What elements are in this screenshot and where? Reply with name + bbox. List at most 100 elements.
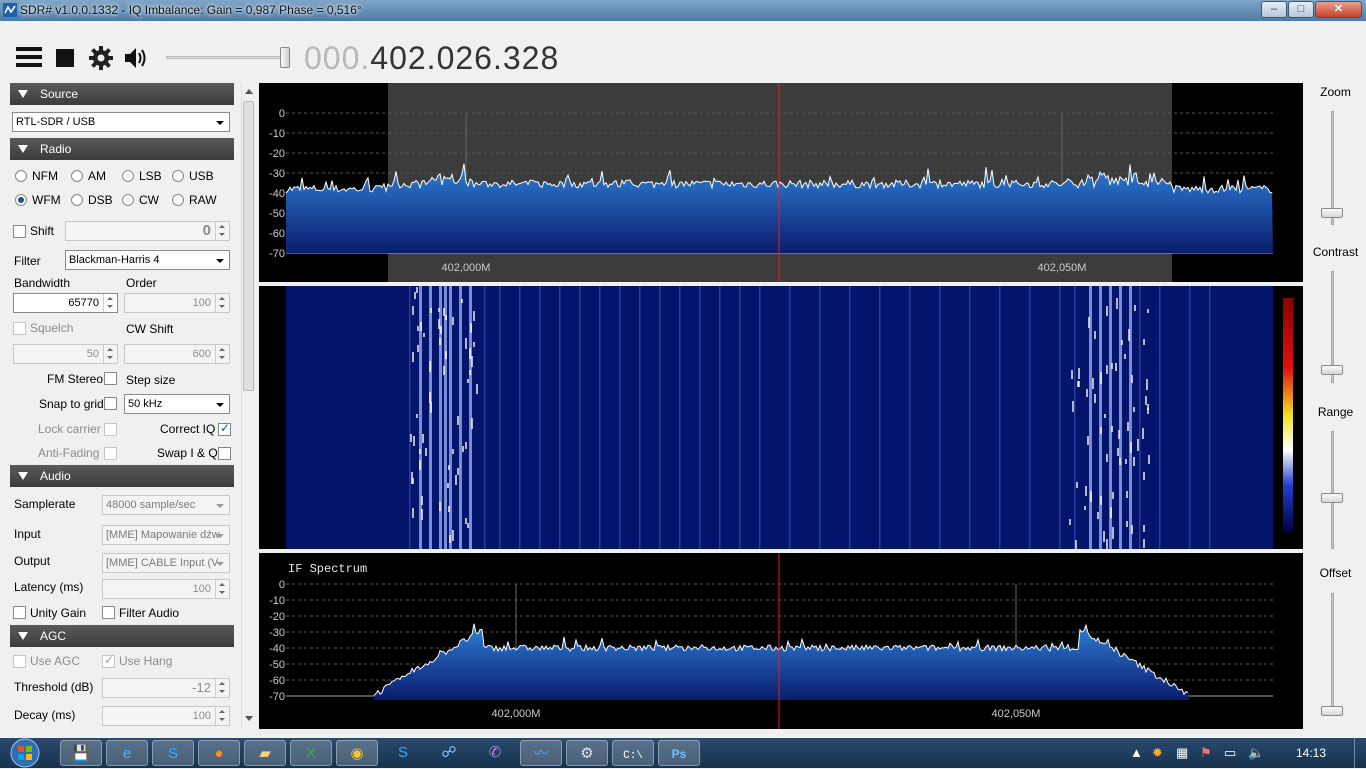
if-spectrum-display[interactable]: IF Spectrum 0 -10 -20 -30 -40 -50 -60 -7…	[259, 553, 1303, 729]
volume-slider[interactable]	[166, 45, 292, 69]
scroll-down-arrow-icon[interactable]	[245, 716, 253, 721]
offset-slider-track[interactable]	[1331, 593, 1334, 715]
spectrum-panel[interactable]: 0 -10 -20 -30 -40 -50 -60 -70 402,000M 4…	[259, 83, 1303, 282]
filteraudio-checkbox[interactable]	[102, 606, 115, 619]
spectrum-display[interactable]: 0 -10 -20 -30 -40 -50 -60 -70 402,000M 4…	[259, 83, 1303, 282]
squelch-input[interactable]: 50	[13, 344, 118, 364]
tray-device-icon[interactable]: ▦	[1176, 745, 1188, 761]
source-device-select[interactable]: RTL-SDR / USB	[12, 112, 230, 132]
shift-checkbox[interactable]	[13, 225, 26, 238]
maximize-button[interactable]: □	[1288, 1, 1314, 18]
mode-wfm-radio[interactable]	[15, 194, 27, 206]
spin-buttons-icon[interactable]	[215, 294, 229, 312]
taskbar-sdr-icon[interactable]: 〰	[520, 740, 562, 766]
gear-icon[interactable]	[89, 46, 113, 70]
taskbar-skype2-icon[interactable]: S	[382, 740, 424, 766]
input-device-select[interactable]: [MME] Mapowanie dźw	[102, 525, 230, 545]
speaker-icon[interactable]	[124, 46, 150, 70]
bandwidth-input[interactable]: 65770	[13, 293, 118, 313]
scroll-up-arrow-icon[interactable]	[245, 89, 253, 94]
snap-checkbox[interactable]	[104, 397, 117, 410]
mode-cw-radio[interactable]	[122, 194, 134, 206]
radio-header[interactable]: Radio	[10, 138, 234, 160]
taskbar-network-icon[interactable]: ☍	[428, 740, 470, 766]
show-desktop-button[interactable]	[1354, 738, 1366, 768]
volume-slider-thumb[interactable]	[280, 47, 290, 68]
mode-dsb-radio[interactable]	[71, 194, 83, 206]
spin-buttons-icon[interactable]	[215, 345, 229, 363]
shift-input[interactable]: 0	[65, 221, 230, 241]
tray-expand-icon[interactable]: ▲	[1130, 745, 1143, 760]
taskbar-viber-icon[interactable]: ✆	[474, 740, 516, 766]
mode-nfm-radio[interactable]	[15, 170, 27, 182]
minimize-button[interactable]: –	[1261, 1, 1287, 18]
waterfall-signal-burst	[421, 496, 423, 505]
squelch-checkbox[interactable]	[13, 322, 26, 335]
if-spectrum-panel[interactable]: IF Spectrum 0 -10 -20 -30 -40 -50 -60 -7…	[259, 553, 1303, 729]
waterfall-signal-line	[789, 286, 791, 549]
antifading-checkbox[interactable]	[104, 447, 117, 460]
latency-input[interactable]: 100	[102, 579, 230, 599]
source-header[interactable]: Source	[10, 83, 234, 105]
stop-icon[interactable]	[56, 49, 74, 67]
taskbar-chrome-icon[interactable]: ◉	[336, 740, 378, 766]
waterfall-panel[interactable]	[259, 286, 1303, 549]
mode-raw-radio[interactable]	[172, 194, 184, 206]
offset-slider-thumb[interactable]	[1321, 706, 1343, 716]
taskbar-firefox-icon[interactable]: ●	[198, 740, 240, 766]
y-tick-label: -50	[269, 659, 285, 671]
x-tick-label: 402,000M	[442, 262, 491, 274]
cwshift-input[interactable]: 600	[124, 344, 230, 364]
samplerate-select[interactable]: 48000 sample/sec	[102, 495, 230, 515]
zoom-slider-thumb[interactable]	[1321, 208, 1343, 218]
filter-select[interactable]: Blackman-Harris 4	[65, 250, 230, 270]
correctiq-checkbox[interactable]	[218, 421, 231, 436]
useagc-checkbox[interactable]	[13, 655, 26, 668]
lockcarrier-checkbox[interactable]	[104, 423, 117, 436]
spin-buttons-icon[interactable]	[103, 345, 117, 363]
windows-start-icon[interactable]	[6, 738, 44, 768]
spin-buttons-icon[interactable]	[103, 294, 117, 312]
spin-buttons-icon[interactable]	[215, 707, 229, 725]
decay-input[interactable]: 100	[102, 706, 230, 726]
clock[interactable]: 14:13	[1296, 746, 1326, 760]
range-slider-thumb[interactable]	[1321, 493, 1343, 503]
threshold-input[interactable]: -12	[102, 678, 230, 698]
left-panel-scrollbar[interactable]	[241, 83, 255, 729]
mode-usb-radio[interactable]	[172, 170, 184, 182]
tray-weather-icon[interactable]: ✹	[1152, 745, 1163, 761]
taskbar-folder-icon[interactable]: ▰	[244, 740, 286, 766]
spin-buttons-icon[interactable]	[215, 222, 229, 240]
output-device-select[interactable]: [MME] CABLE Input (V	[102, 553, 230, 573]
spin-buttons-icon[interactable]	[215, 580, 229, 598]
taskbar-save-icon[interactable]: 💾	[60, 740, 102, 766]
agc-header[interactable]: AGC	[10, 625, 234, 647]
taskbar-photoshop-icon[interactable]: Ps	[658, 740, 700, 766]
swapiq-checkbox[interactable]	[218, 447, 231, 460]
usehang-checkbox[interactable]	[102, 653, 115, 668]
waterfall-color-scale	[1283, 298, 1293, 532]
tray-volume-icon[interactable]: 🔈	[1248, 745, 1264, 761]
order-input[interactable]: 100	[124, 293, 230, 313]
close-button[interactable]: ✕	[1315, 1, 1362, 18]
taskbar-cmd-icon[interactable]: C:\	[612, 740, 654, 766]
taskbar-excel-icon[interactable]: X	[290, 740, 332, 766]
contrast-slider-thumb[interactable]	[1321, 365, 1343, 375]
scrollbar-thumb[interactable]	[243, 101, 254, 391]
range-slider-track[interactable]	[1331, 431, 1334, 549]
audio-header[interactable]: Audio	[10, 465, 234, 487]
spin-buttons-icon[interactable]	[215, 679, 229, 697]
waterfall-display[interactable]	[259, 286, 1303, 549]
unitygain-checkbox[interactable]	[13, 606, 26, 619]
taskbar-settings-icon[interactable]: ⚙	[566, 740, 608, 766]
taskbar-skype-icon[interactable]: S	[152, 740, 194, 766]
taskbar-ie-icon[interactable]: e	[106, 740, 148, 766]
fmstereo-checkbox[interactable]	[104, 372, 117, 385]
stepsize-select[interactable]: 50 kHz	[124, 394, 230, 414]
tray-network-icon[interactable]: ▭	[1224, 745, 1236, 761]
frequency-display[interactable]: 000.402.026.328	[304, 40, 559, 77]
tray-flag-icon[interactable]: ⚑	[1200, 745, 1212, 761]
mode-am-radio[interactable]	[71, 170, 83, 182]
hamburger-icon[interactable]	[16, 45, 42, 69]
mode-lsb-radio[interactable]	[122, 170, 134, 182]
